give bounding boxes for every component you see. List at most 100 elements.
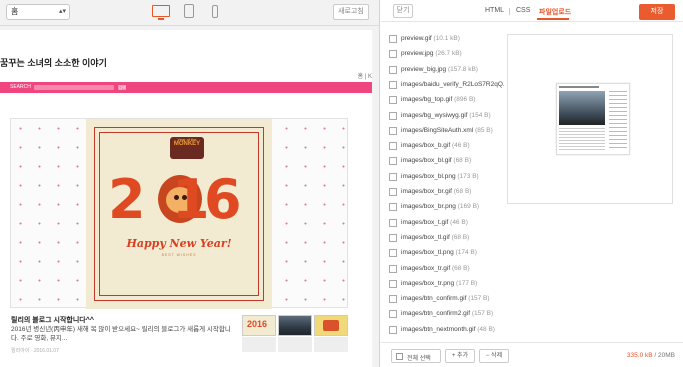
file-list: preview.gif (10.1 kB) preview.jpg (26.7 k… [381,30,505,340]
thumbnail-2[interactable] [278,315,312,336]
page-select-value: 홈 [11,7,19,16]
file-checkbox[interactable] [389,35,397,43]
file-size: (26.7 kB) [435,50,462,58]
file-name-text: images/btn_confirm.gif [401,295,467,303]
file-checkbox[interactable] [389,279,397,288]
thumbnail-placeholder [314,337,348,352]
file-size: (46 B) [451,142,470,150]
file-name: images/box_tr.gif (68 B) [401,265,470,272]
file-name: images/btn_nextmonth.gif (48 B) [401,326,495,333]
file-name-text: images/btn_nextmonth.gif [401,325,476,333]
file-name-text: images/box_b.gif [401,142,451,150]
file-checkbox[interactable] [389,172,397,181]
file-size: (10.1 kB) [433,35,460,42]
add-file-button[interactable]: + 추가 [445,349,475,363]
search-input[interactable] [34,85,114,90]
preview-thumbnail-image [556,83,630,155]
digit-1: 2 [108,168,146,231]
file-checkbox[interactable] [389,264,397,273]
file-name-text: images/bg_wysiwyg.gif [401,111,468,119]
file-checkbox[interactable] [389,249,397,258]
file-checkbox[interactable] [389,295,397,304]
file-name-text: images/box_bl.png [401,172,456,180]
file-name-text: images/box_br.gif [401,188,452,195]
file-name: images/btn_confirm2.gif (157 B) [401,310,493,317]
file-name-text: images/bg_top.gif [401,96,453,104]
year-digits: 2 1 6 [108,171,250,229]
delete-file-button[interactable]: − 삭제 [479,349,509,363]
file-checkbox[interactable] [389,233,397,242]
file-size: (154 B) [469,111,491,119]
select-all-button[interactable]: 전체 선택 [391,349,441,363]
file-name: images/box_tr.png (177 B) [401,280,477,287]
file-checkbox[interactable] [389,126,397,135]
save-button[interactable]: 저장 [639,4,675,20]
file-name: images/btn_confirm.gif (157 B) [401,295,490,302]
file-size: (68 B) [453,157,472,165]
breadcrumb: 홈 | K [357,74,372,80]
tab-file-upload[interactable]: 파일업로드 [539,7,571,17]
preview-toolbar: 홈 ▴▾ 새로고침 [0,0,379,26]
file-name: images/box_b.gif (46 B) [401,142,470,149]
new-year-poster-image: Year of the MONKEY 2 1 6 Happy New Year!… [86,119,272,309]
storage-used: 335.0 kB [626,352,653,359]
file-checkbox[interactable] [389,188,397,196]
file-name: images/box_br.gif (68 B) [401,188,471,195]
storage-total: / 20MB [652,352,675,359]
active-tab-indicator [537,18,569,20]
featured-post-card[interactable]: Year of the MONKEY 2 1 6 Happy New Year!… [10,118,348,309]
file-size: (157 B) [471,310,494,318]
blog-preview: 꿈꾸는 소녀의 소소한 이야기 홈 | K SEARCH 검색 Year of … [0,30,372,367]
file-size: (174 B) [455,249,477,257]
file-checkbox[interactable] [389,80,397,89]
file-name-text: images/box_tr.png [401,279,455,287]
editor-panel: 닫기 HTML CSS 파일업로드 저장 preview.gif (10.1 k… [381,0,683,367]
tab-divider [509,8,510,15]
file-checkbox[interactable] [389,96,397,105]
file-name: preview.jpg (26.7 kB) [401,50,462,57]
file-preview-box [507,34,673,204]
refresh-button[interactable]: 새로고침 [333,4,369,20]
file-name: images/box_br.png (169 B) [401,203,479,210]
desktop-view-icon[interactable] [152,5,170,20]
greeting-text: Happy New Year! [126,237,232,250]
skin-editor: 홈 ▴▾ 새로고침 꿈꾸는 소녀의 소소한 이야기 홈 | K SEARCH 검… [0,0,683,367]
thumbnail-3[interactable] [314,315,348,336]
file-size: (46 B) [450,218,468,226]
tab-css[interactable]: CSS [516,7,530,14]
page-select[interactable]: 홈 ▴▾ [6,4,70,20]
file-checkbox[interactable] [389,310,397,319]
file-checkbox[interactable] [389,111,397,120]
file-actions-bar: 전체 선택 + 추가 − 삭제 335.0 kB / 20MB [381,342,683,367]
file-name-text: preview.jpg [401,50,434,58]
post-title[interactable]: 릴리의 블로그 시작합니다^^ [11,315,94,325]
select-all-checkbox[interactable] [396,353,403,360]
storage-usage: 335.0 kB / 20MB [627,352,675,359]
year-of-monkey-badge: Year of the MONKEY [170,137,204,159]
file-name-text: preview_big.jpg [401,65,447,73]
tab-html[interactable]: HTML [485,7,504,14]
close-button[interactable]: 닫기 [393,4,413,18]
blog-title[interactable]: 꿈꾸는 소녀의 소소한 이야기 [0,56,107,69]
file-checkbox[interactable] [389,157,397,166]
tablet-view-icon[interactable] [184,4,194,18]
file-checkbox[interactable] [389,142,397,151]
file-size: (48 B) [477,325,495,333]
file-checkbox[interactable] [389,218,397,227]
file-name-text: images/box_t.gif [401,218,449,226]
thumbnail-placeholder [242,337,276,352]
badge-line2: MONKEY [173,141,201,147]
mobile-view-icon[interactable] [212,5,218,18]
file-name: images/baidu_verify_R2LoS7R2qQ.html [401,81,505,88]
file-checkbox[interactable] [389,65,397,74]
thumbnail-1[interactable] [242,315,276,336]
file-checkbox[interactable] [389,325,397,334]
file-size: (68 B) [451,264,470,272]
search-button[interactable]: 검색 [118,85,126,90]
file-size: (68 B) [451,233,470,241]
digit-4: 6 [204,168,242,231]
file-size: (177 B) [455,279,478,287]
greeting-subtext: BEST WISHES [161,253,197,257]
file-checkbox[interactable] [389,50,397,59]
file-checkbox[interactable] [389,203,397,212]
